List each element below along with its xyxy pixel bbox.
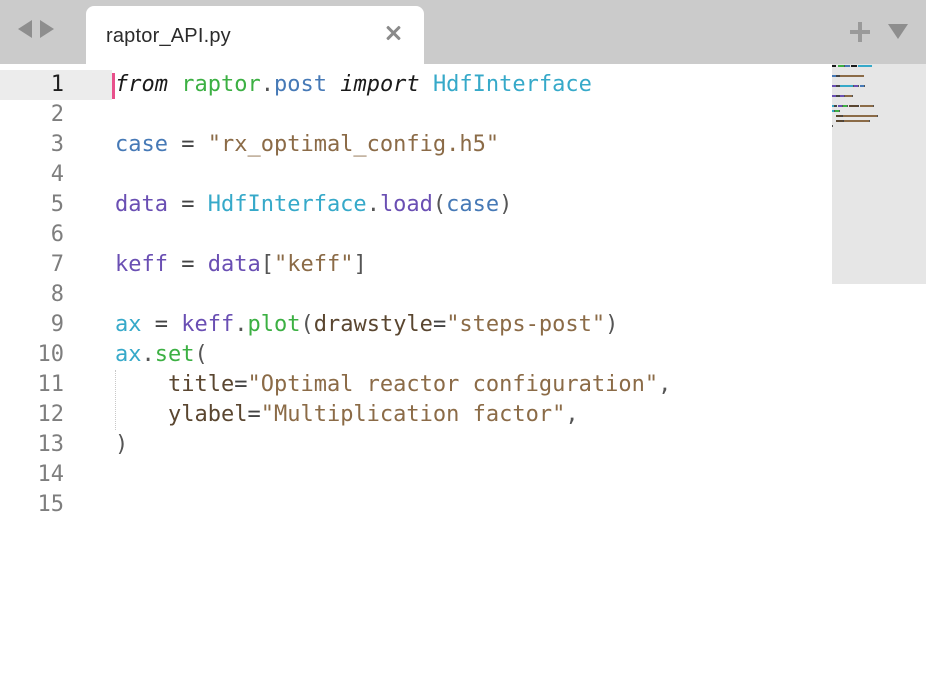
code-token: ( [194,342,208,367]
code-token: = [167,132,208,157]
code-token: "keff" [273,252,354,277]
code-token: drawstyle [313,312,433,337]
code-token: case [446,192,500,217]
code-token: = [167,192,208,217]
code-token: keff [181,312,235,337]
line-number: 5 [50,192,64,217]
minimap-line [832,134,926,139]
tab-list-dropdown-icon[interactable] [888,24,908,39]
line-number: 10 [37,342,65,367]
code-token: = [432,312,447,337]
code-token: . [234,312,248,337]
code-line[interactable] [115,490,825,520]
tab-bar: raptor_API.py [0,0,926,64]
line-number-gutter: 1 2 3 4 5 6 7 8 9 10 11 12 13 14 15 [0,70,80,520]
code-area[interactable]: from raptor.post import HdfInterface case… [115,70,825,520]
line-number: 11 [37,372,65,397]
code-token: . [141,342,155,367]
new-tab-plus-icon[interactable] [850,22,870,42]
code-token: . [366,192,380,217]
code-token: ] [353,252,367,277]
code-token: case [115,132,168,157]
code-token: = [167,252,208,277]
code-line[interactable]: case = "rx_optimal_config.h5" [115,130,825,160]
code-token: . [260,72,274,97]
code-token: = [234,372,248,397]
line-number: 14 [37,462,65,487]
code-token: ) [115,432,129,457]
code-token: ax [115,312,142,337]
tab-raptor-api[interactable]: raptor_API.py [86,6,424,64]
minimap[interactable] [832,64,926,284]
code-token: post [273,72,327,97]
code-token: , [658,372,672,397]
code-token: ax [115,342,142,367]
code-token: keff [115,252,168,277]
close-icon[interactable] [384,24,402,42]
code-line[interactable]: ) [115,430,825,460]
code-line[interactable]: ylabel="Multiplication factor", [115,400,825,430]
code-line[interactable]: ax = keff.plot(drawstyle="steps-post") [115,310,825,340]
tab-navigation [18,20,54,38]
code-line[interactable] [115,100,825,130]
line-number: 3 [50,132,64,157]
line-number: 2 [50,102,64,127]
code-token: set [154,342,195,367]
tab-title: raptor_API.py [106,25,231,47]
code-token: plot [247,312,301,337]
code-token: from [115,72,168,97]
code-token: ) [605,312,619,337]
code-editor[interactable]: 1 2 3 4 5 6 7 8 9 10 11 12 13 14 15 from raptor.post i… [0,64,926,678]
code-token: "rx_optimal_config.h5" [207,132,500,157]
code-token: ) [499,192,513,217]
line-number: 8 [50,282,64,307]
code-token: = [141,312,182,337]
code-token: data [115,192,168,217]
code-token: "Optimal reactor configuration" [247,372,659,397]
line-number: 9 [50,312,64,337]
code-token: [ [260,252,274,277]
code-token: = [247,402,261,427]
code-line[interactable]: keff = data["keff"] [115,250,825,280]
line-number: 4 [50,162,64,187]
code-token: HdfInterface [207,192,367,217]
code-token: HdfInterface [432,72,592,97]
line-number: 15 [37,492,65,517]
code-line[interactable] [115,160,825,190]
code-token: "steps-post" [446,312,606,337]
line-number: 12 [37,402,65,427]
code-line[interactable]: data = HdfInterface.load(case) [115,190,825,220]
line-number: 6 [50,222,64,247]
code-line[interactable] [115,460,825,490]
code-token: ( [300,312,314,337]
line-number: 7 [50,252,64,277]
code-token: title [167,372,235,397]
code-line[interactable] [115,280,825,310]
code-line[interactable]: ax.set( [115,340,825,370]
code-token: load [379,192,433,217]
code-token: import [340,72,420,97]
code-line[interactable]: title="Optimal reactor configuration", [115,370,825,400]
code-token: data [207,252,261,277]
code-line[interactable]: from raptor.post import HdfInterface [115,70,825,100]
line-number: 13 [37,432,65,457]
code-token: raptor [181,72,261,97]
code-token: ( [432,192,447,217]
code-token: ylabel [167,402,248,427]
code-token: , [565,402,579,427]
back-arrow-icon[interactable] [18,20,32,38]
line-number: 1 [50,72,64,97]
code-token: "Multiplication factor" [260,402,566,427]
code-line[interactable] [115,220,825,250]
forward-arrow-icon[interactable] [40,20,54,38]
